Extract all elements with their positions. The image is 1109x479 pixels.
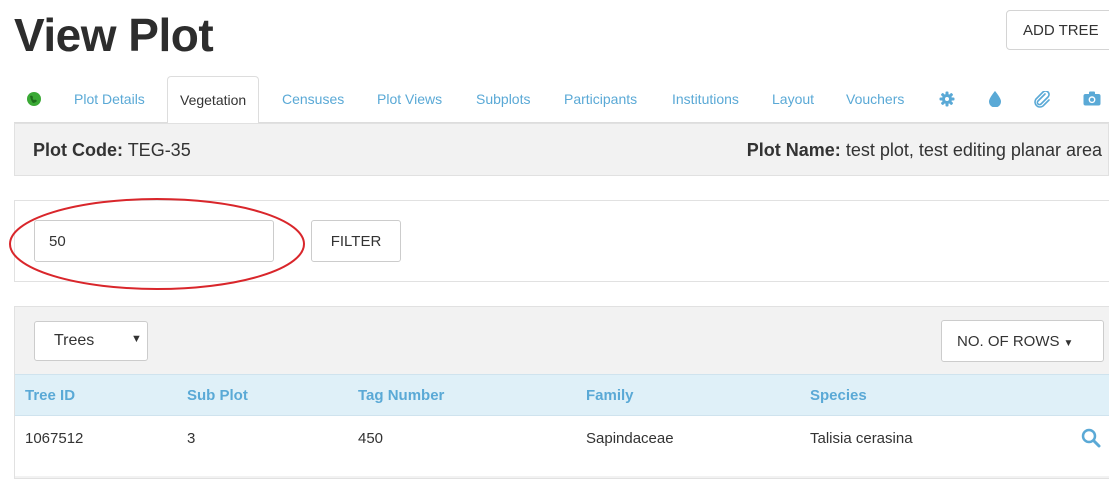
- view-select[interactable]: Trees ▼: [34, 321, 148, 361]
- filter-panel: FILTER: [14, 200, 1109, 282]
- camera-icon[interactable]: [1083, 91, 1101, 111]
- tab-vouchers[interactable]: Vouchers: [846, 76, 904, 123]
- tab-subplots[interactable]: Subplots: [476, 76, 530, 123]
- plot-code: Plot Code: TEG-35: [33, 140, 191, 161]
- table-header: Tree ID Sub Plot Tag Number Family Speci…: [15, 374, 1109, 416]
- caret-down-icon: ▼: [131, 333, 142, 345]
- column-header-tree-id[interactable]: Tree ID: [25, 387, 75, 404]
- tab-censuses[interactable]: Censuses: [282, 76, 344, 123]
- cell-tag-number: 450: [358, 430, 384, 447]
- search-icon[interactable]: [1081, 428, 1101, 453]
- gear-icon[interactable]: [939, 91, 955, 112]
- tab-institutions[interactable]: Institutions: [672, 76, 739, 123]
- filter-input[interactable]: [34, 220, 274, 262]
- page-title: View Plot: [14, 9, 214, 61]
- globe-icon[interactable]: [26, 91, 42, 112]
- column-header-species[interactable]: Species: [810, 387, 867, 404]
- cell-tree-id: 1067512: [25, 430, 84, 447]
- plot-name-value: test plot, test editing planar area: [845, 140, 1102, 160]
- tab-vegetation[interactable]: Vegetation: [167, 76, 260, 124]
- plot-name: Plot Name: test plot, test editing plana…: [747, 140, 1102, 161]
- column-header-family[interactable]: Family: [586, 387, 634, 404]
- column-header-tag-number[interactable]: Tag Number: [358, 387, 444, 404]
- view-select-value: Trees: [54, 332, 95, 349]
- tab-participants[interactable]: Participants: [564, 76, 637, 123]
- paperclip-icon[interactable]: [1033, 90, 1051, 114]
- plot-tabs: Plot Details Vegetation Censuses Plot Vi…: [14, 76, 1109, 124]
- tab-plot-views[interactable]: Plot Views: [377, 76, 442, 123]
- cell-family: Sapindaceae: [586, 430, 674, 447]
- tab-plot-details[interactable]: Plot Details: [74, 76, 145, 123]
- tab-layout[interactable]: Layout: [772, 76, 814, 123]
- table-row: 1067512 3 450 Sapindaceae Talisia cerasi…: [15, 416, 1109, 476]
- plot-code-label: Plot Code:: [33, 140, 123, 160]
- cell-sub-plot: 3: [187, 430, 196, 447]
- no-of-rows-button[interactable]: NO. OF ROWS ▼: [941, 320, 1104, 362]
- add-tree-button[interactable]: ADD TREE: [1006, 10, 1109, 50]
- caret-down-icon: ▼: [1063, 337, 1074, 349]
- plot-code-value: TEG-35: [127, 140, 191, 160]
- plot-info-bar: Plot Code: TEG-35 Plot Name: test plot, …: [14, 123, 1109, 176]
- cell-species: Talisia cerasina: [810, 430, 913, 447]
- plot-name-label: Plot Name:: [746, 140, 841, 160]
- filter-button[interactable]: FILTER: [311, 220, 401, 262]
- trees-panel: Trees ▼ NO. OF ROWS ▼ Tree ID Sub Plot Ta…: [14, 306, 1109, 479]
- column-header-sub-plot[interactable]: Sub Plot: [187, 387, 248, 404]
- water-drop-icon[interactable]: [988, 91, 1002, 112]
- no-of-rows-label: NO. OF ROWS: [957, 332, 1060, 350]
